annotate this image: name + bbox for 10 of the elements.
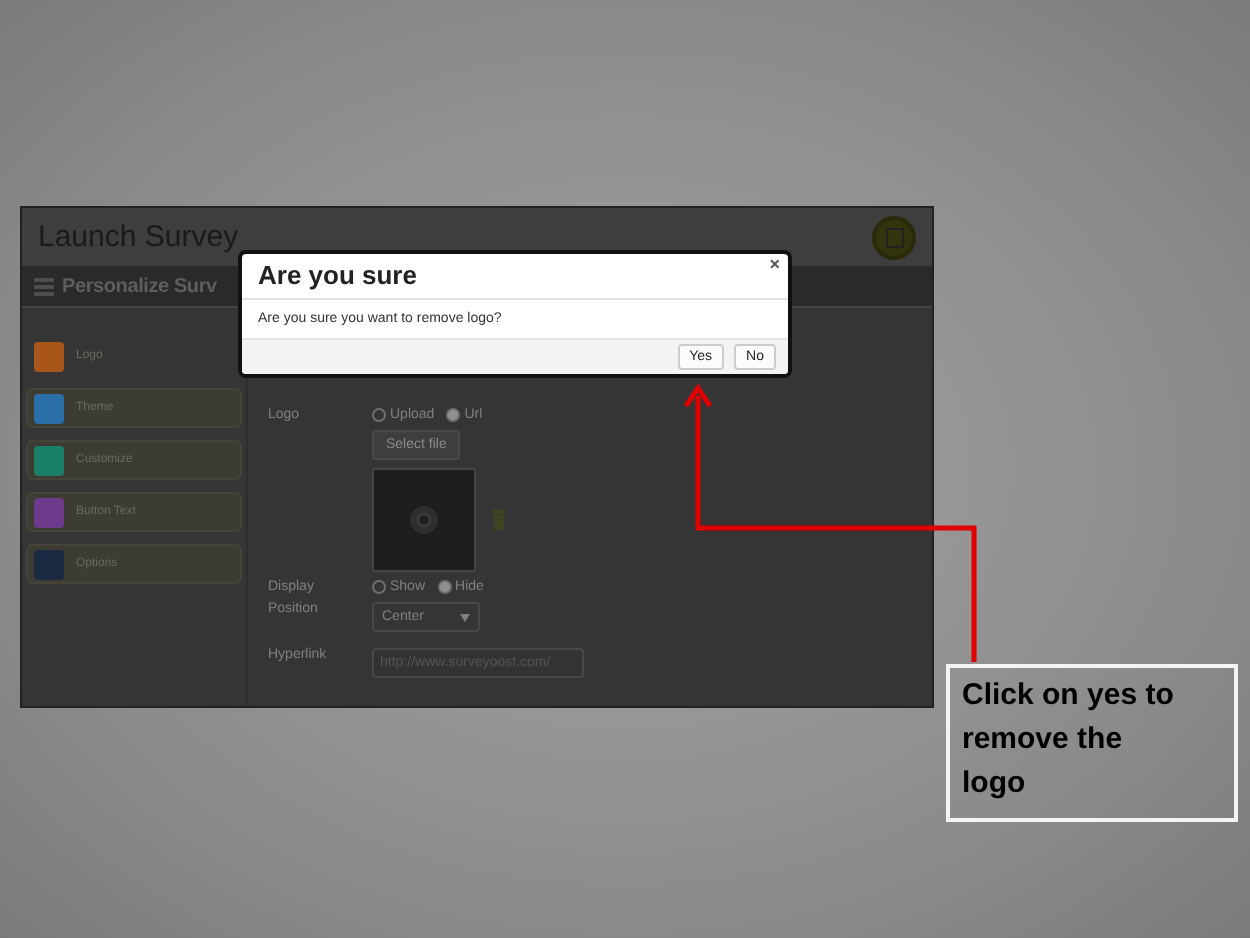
callout-text: Click on yes to remove the logo bbox=[962, 676, 1176, 804]
radio-button[interactable] bbox=[446, 408, 461, 422]
close-button[interactable]: × bbox=[769, 254, 780, 274]
caret-icon bbox=[460, 613, 470, 621]
radio-button[interactable] bbox=[372, 580, 386, 594]
radio-button[interactable] bbox=[372, 408, 386, 422]
dialog-title: Are you sure bbox=[258, 260, 417, 290]
radio-button[interactable] bbox=[437, 580, 452, 594]
menu-icon[interactable] bbox=[34, 277, 54, 295]
circle-logo-icon bbox=[408, 504, 440, 536]
